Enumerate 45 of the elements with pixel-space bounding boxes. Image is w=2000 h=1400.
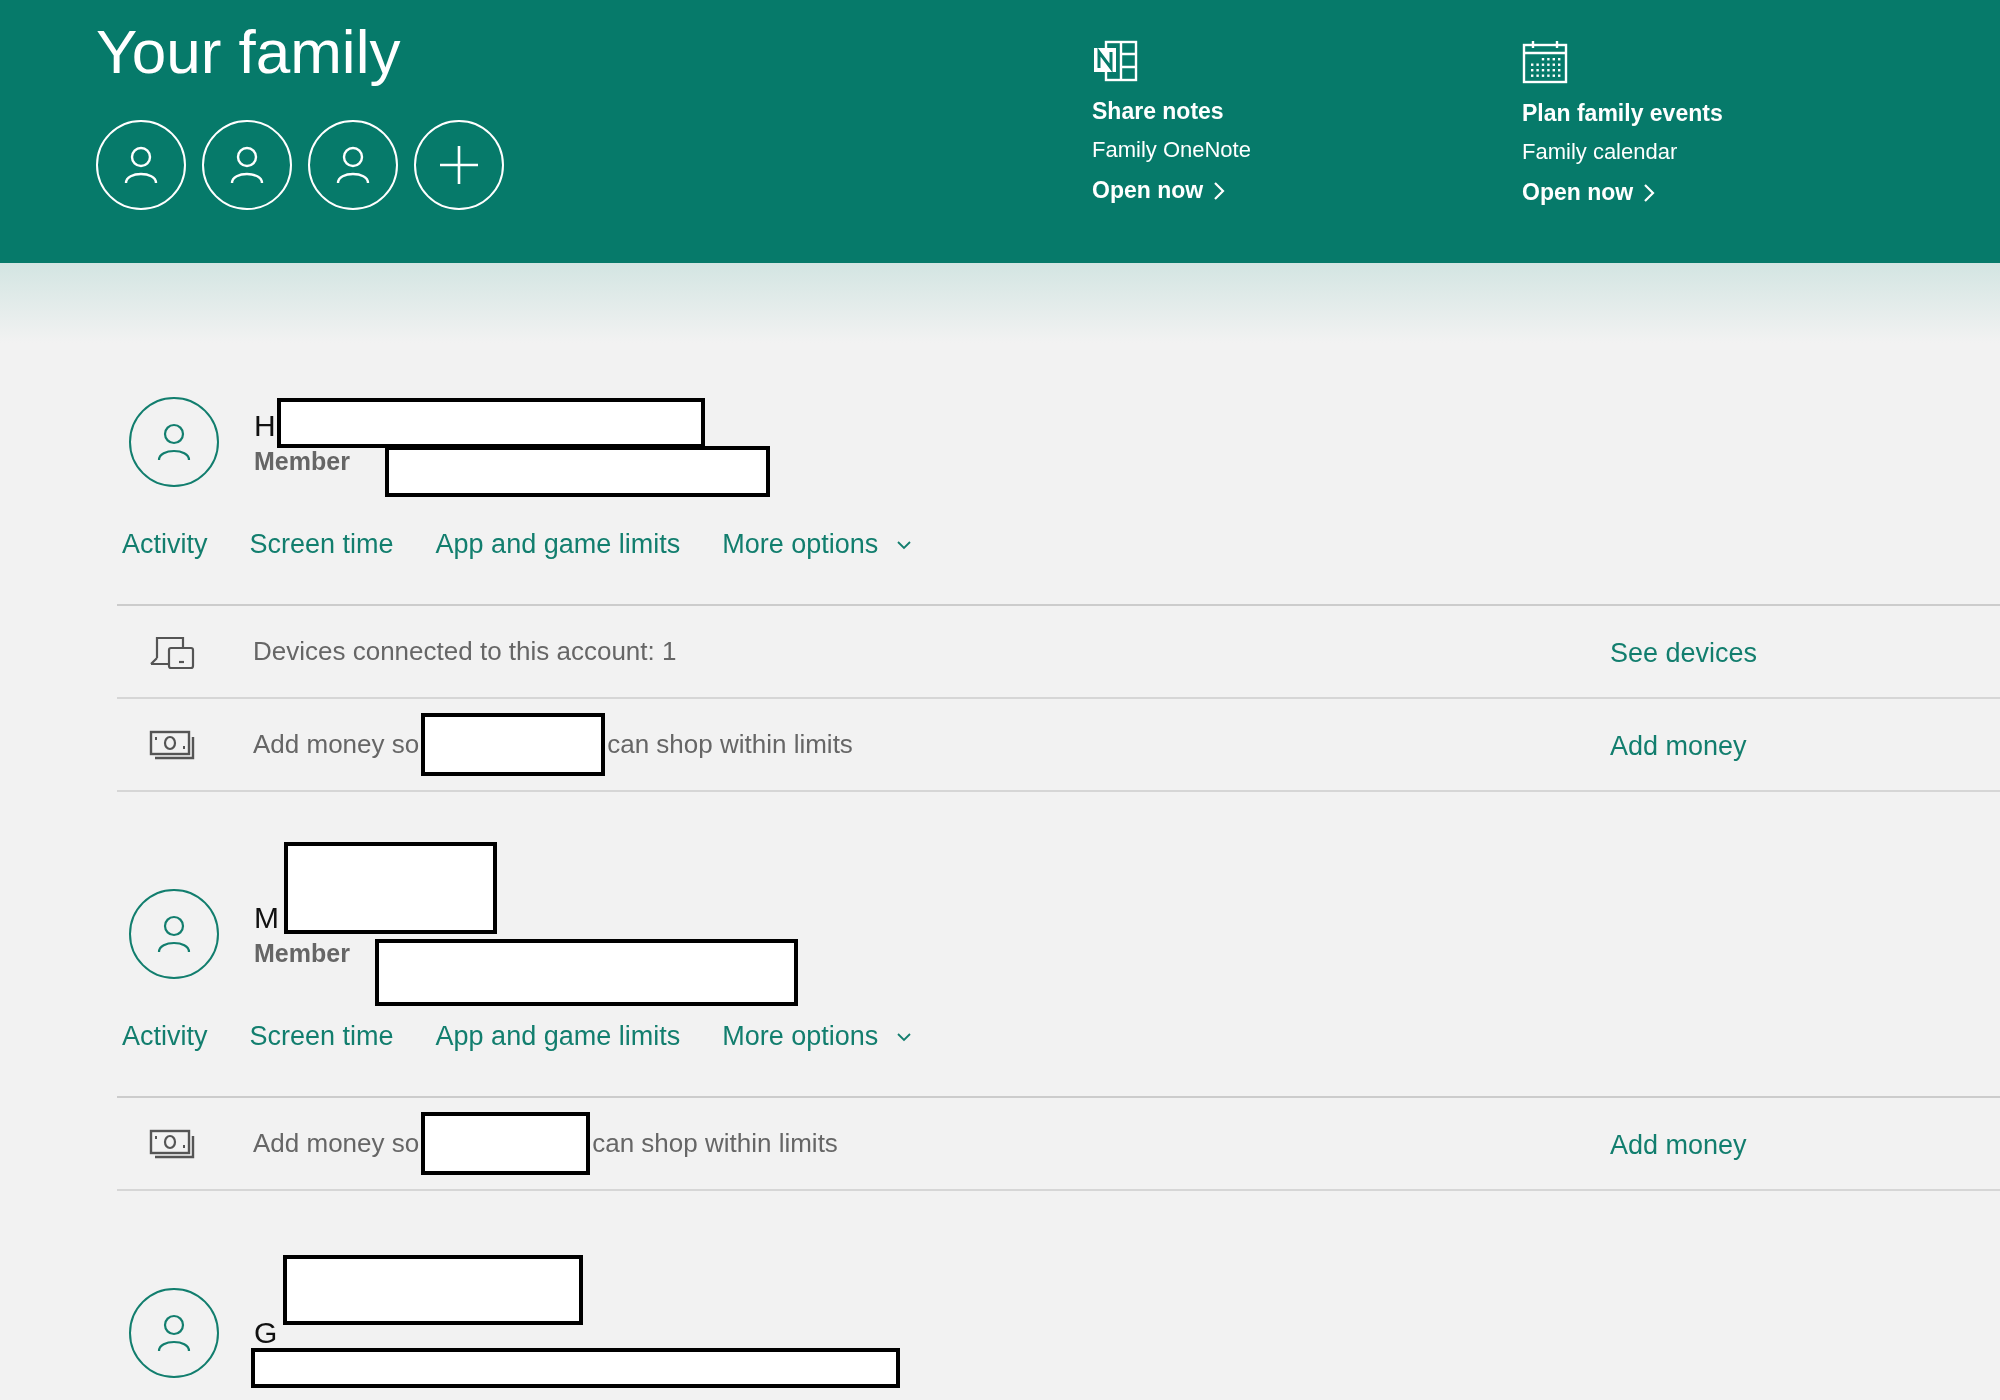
open-now-link[interactable]: Open now [1092, 177, 1226, 204]
feature-title: Plan family events [1522, 100, 1723, 127]
member-link[interactable]: Screen time [249, 1021, 394, 1052]
chevron-right-icon [1643, 182, 1656, 203]
family-member-button[interactable] [202, 120, 292, 210]
chevron-down-icon [896, 539, 913, 550]
row-action-link[interactable]: Add money [1610, 1130, 1747, 1161]
member-name: H [254, 408, 277, 443]
devices-text: Devices connected to this account: 1 [253, 636, 677, 667]
plus-icon [439, 145, 479, 185]
page-title: Your family [96, 16, 402, 88]
row-action-link[interactable]: See devices [1610, 638, 1758, 669]
person-icon [124, 146, 158, 184]
feature-subtitle: Family calendar [1522, 139, 1678, 165]
person-icon [230, 146, 264, 184]
feature-subtitle: Family OneNote [1092, 137, 1251, 163]
notebook-icon [1092, 40, 1138, 82]
member-link[interactable]: Activity [122, 1021, 208, 1052]
person-icon [336, 146, 370, 184]
feature-title: Share notes [1092, 98, 1224, 125]
row-action-link[interactable]: Add money [1610, 731, 1747, 762]
member-link[interactable]: App and game limits [435, 1021, 681, 1052]
person-icon [157, 1314, 191, 1352]
member-role: Member [254, 446, 350, 476]
chevron-right-icon [1213, 180, 1226, 201]
member-link[interactable]: Activity [122, 529, 208, 560]
member-name: G [254, 1316, 278, 1350]
add-member-button[interactable] [414, 120, 504, 210]
chevron-down-icon [896, 1031, 913, 1042]
family-member-button[interactable] [96, 120, 186, 210]
add-money-text: Add money so [253, 1128, 420, 1159]
calendar-icon [1522, 40, 1568, 84]
family-member-button[interactable] [308, 120, 398, 210]
member-link[interactable]: Screen time [249, 529, 394, 560]
member-name: M [254, 900, 280, 935]
add-money-text: Add money so [253, 729, 420, 760]
more-options-dropdown[interactable]: More options [722, 1021, 913, 1052]
member-role: Member [254, 938, 350, 968]
person-icon [157, 915, 191, 953]
add-money-text: can shop within limits [592, 1128, 838, 1159]
more-options-dropdown[interactable]: More options [722, 529, 913, 560]
open-now-link[interactable]: Open now [1522, 179, 1656, 206]
person-icon [157, 423, 191, 461]
member-link[interactable]: App and game limits [435, 529, 681, 560]
add-money-text: can shop within limits [607, 729, 853, 760]
